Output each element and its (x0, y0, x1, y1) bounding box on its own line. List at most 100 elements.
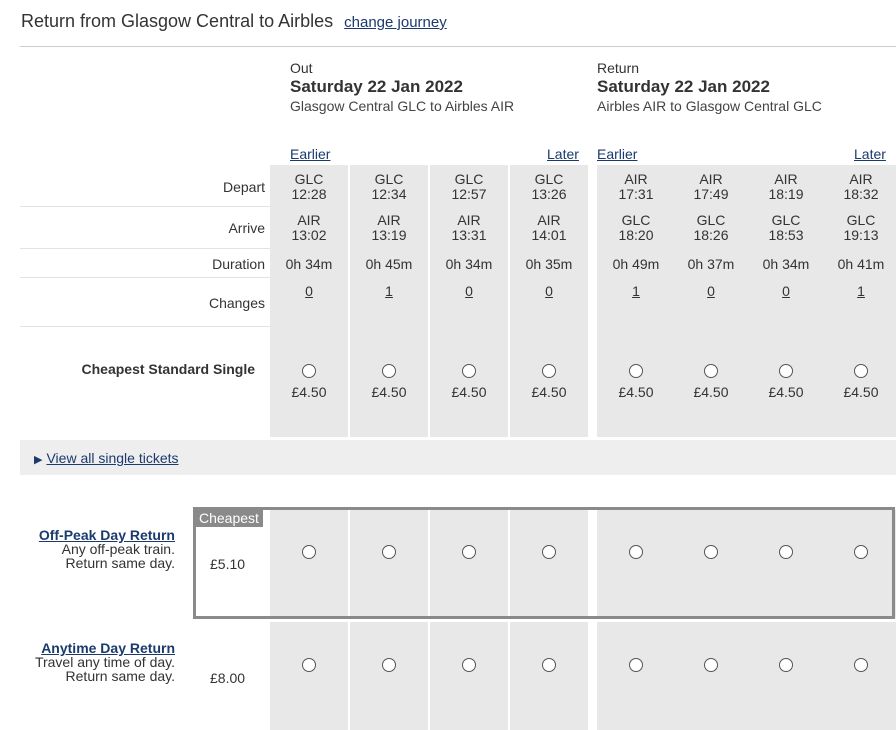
single-fare-radio[interactable] (382, 364, 396, 378)
changes-cell: 0 (430, 284, 508, 299)
changes-link[interactable]: 1 (857, 283, 865, 299)
depart-cell: GLC 12:34 (350, 172, 428, 202)
single-fare-price: £4.50 (693, 384, 729, 400)
arrive-time: 18:26 (693, 227, 729, 243)
single-fare-radio[interactable] (854, 364, 868, 378)
single-fare-radio[interactable] (704, 364, 718, 378)
fare-description: Return same day. (65, 555, 175, 571)
single-fare-radio[interactable] (542, 364, 556, 378)
depart-time: 18:19 (768, 186, 804, 202)
return-fare-radio-cell (822, 658, 896, 675)
out-route: Glasgow Central GLC to Airbles AIR (290, 98, 515, 114)
changes-link[interactable]: 0 (707, 283, 715, 299)
single-fare-radio[interactable] (302, 364, 316, 378)
changes-cell: 0 (270, 284, 348, 299)
single-fare-radio[interactable] (462, 364, 476, 378)
depart-time: 12:28 (291, 186, 327, 202)
return-header: Return Saturday 22 Jan 2022 Airbles AIR … (597, 59, 822, 115)
change-journey-link[interactable]: change journey (344, 14, 447, 31)
arrive-station: AIR (457, 212, 481, 228)
arrive-cell: AIR 13:19 (350, 213, 428, 243)
fare-name-block: Anytime Day Return Travel any time of day… (20, 641, 175, 683)
fare-cell (510, 622, 588, 730)
return-fare-radio-cell (672, 658, 750, 675)
depart-time: 18:32 (843, 186, 879, 202)
out-header: Out Saturday 22 Jan 2022 Glasgow Central… (290, 59, 514, 115)
return-fare-radio[interactable] (629, 658, 643, 672)
arrive-time: 13:31 (451, 227, 487, 243)
changes-link[interactable]: 0 (305, 283, 313, 299)
arrive-cell: GLC 18:20 (597, 213, 675, 243)
return-fare-radio[interactable] (542, 658, 556, 672)
changes-label: Changes (208, 295, 265, 311)
changes-link[interactable]: 0 (545, 283, 553, 299)
single-fare-radio-cell (270, 364, 348, 381)
return-fare-radio-cell (270, 658, 348, 675)
return-fare-radio[interactable] (462, 658, 476, 672)
fare-name-link[interactable]: Anytime Day Return (20, 641, 175, 655)
arrive-station: GLC (696, 212, 726, 228)
return-fare-radio[interactable] (302, 658, 316, 672)
depart-label: Depart (222, 179, 265, 195)
depart-time: 13:26 (531, 186, 567, 202)
view-all-tickets-link[interactable]: View all single tickets (46, 450, 178, 466)
arrive-time: 18:53 (768, 227, 804, 243)
depart-cell: AIR 18:19 (747, 172, 825, 202)
depart-time: 17:31 (618, 186, 654, 202)
changes-cell: 1 (822, 284, 896, 299)
changes-cell: 0 (747, 284, 825, 299)
return-route: Airbles AIR to Glasgow Central GLC (597, 98, 822, 114)
fare-name-link[interactable]: Off-Peak Day Return (20, 528, 175, 542)
fare-description: Return same day. (65, 668, 175, 684)
return-fare-radio[interactable] (779, 658, 793, 672)
out-later-link[interactable]: Later (547, 146, 579, 162)
depart-cell: GLC 13:26 (510, 172, 588, 202)
return-fare-radio-cell (510, 658, 588, 675)
return-label: Return (597, 60, 640, 76)
return-date: Saturday 22 Jan 2022 (597, 77, 770, 96)
changes-cell: 0 (672, 284, 750, 299)
arrive-time: 19:13 (843, 227, 879, 243)
arrive-time: 13:19 (371, 227, 407, 243)
single-fare-radio[interactable] (779, 364, 793, 378)
changes-link[interactable]: 1 (632, 283, 640, 299)
return-later-link[interactable]: Later (854, 146, 886, 162)
arrive-cell: GLC 18:26 (672, 213, 750, 243)
single-fare-radio[interactable] (629, 364, 643, 378)
fare-description: Any off-peak train. (61, 541, 175, 557)
return-fare-radio[interactable] (854, 658, 868, 672)
arrive-station: GLC (621, 212, 651, 228)
single-fare-price: £4.50 (618, 384, 654, 400)
arrive-label: Arrive (228, 220, 265, 236)
cheapest-single-label: Cheapest Standard Single (81, 361, 255, 377)
depart-cell: GLC 12:57 (430, 172, 508, 202)
depart-station: AIR (774, 171, 798, 187)
page-title: Return from Glasgow Central to Airbles c… (21, 11, 447, 32)
depart-time: 12:34 (371, 186, 407, 202)
return-earlier-link[interactable]: Earlier (597, 146, 637, 162)
changes-link[interactable]: 1 (385, 283, 393, 299)
arrive-station: AIR (537, 212, 561, 228)
depart-time: 17:49 (693, 186, 729, 202)
single-fare-radio-cell (430, 364, 508, 381)
duration-cell: 0h 45m (365, 256, 413, 272)
duration-cell: 0h 34m (285, 256, 333, 272)
row-divider (20, 326, 270, 327)
single-fare-radio-cell (597, 364, 675, 381)
return-fare-radio[interactable] (704, 658, 718, 672)
depart-cell: GLC 12:28 (270, 172, 348, 202)
out-earlier-link[interactable]: Earlier (290, 146, 330, 162)
single-fare-price: £4.50 (531, 384, 567, 400)
depart-time: 12:57 (451, 186, 487, 202)
depart-station: GLC (374, 171, 404, 187)
view-all-tickets[interactable]: ▶ View all single tickets (34, 450, 179, 466)
duration-cell: 0h 37m (687, 256, 735, 272)
changes-link[interactable]: 0 (782, 283, 790, 299)
changes-link[interactable]: 0 (465, 283, 473, 299)
row-divider (20, 277, 270, 278)
arrive-cell: AIR 13:31 (430, 213, 508, 243)
arrive-station: GLC (846, 212, 876, 228)
fare-cell (672, 622, 750, 730)
triangle-right-icon: ▶ (34, 454, 43, 466)
return-fare-radio[interactable] (382, 658, 396, 672)
